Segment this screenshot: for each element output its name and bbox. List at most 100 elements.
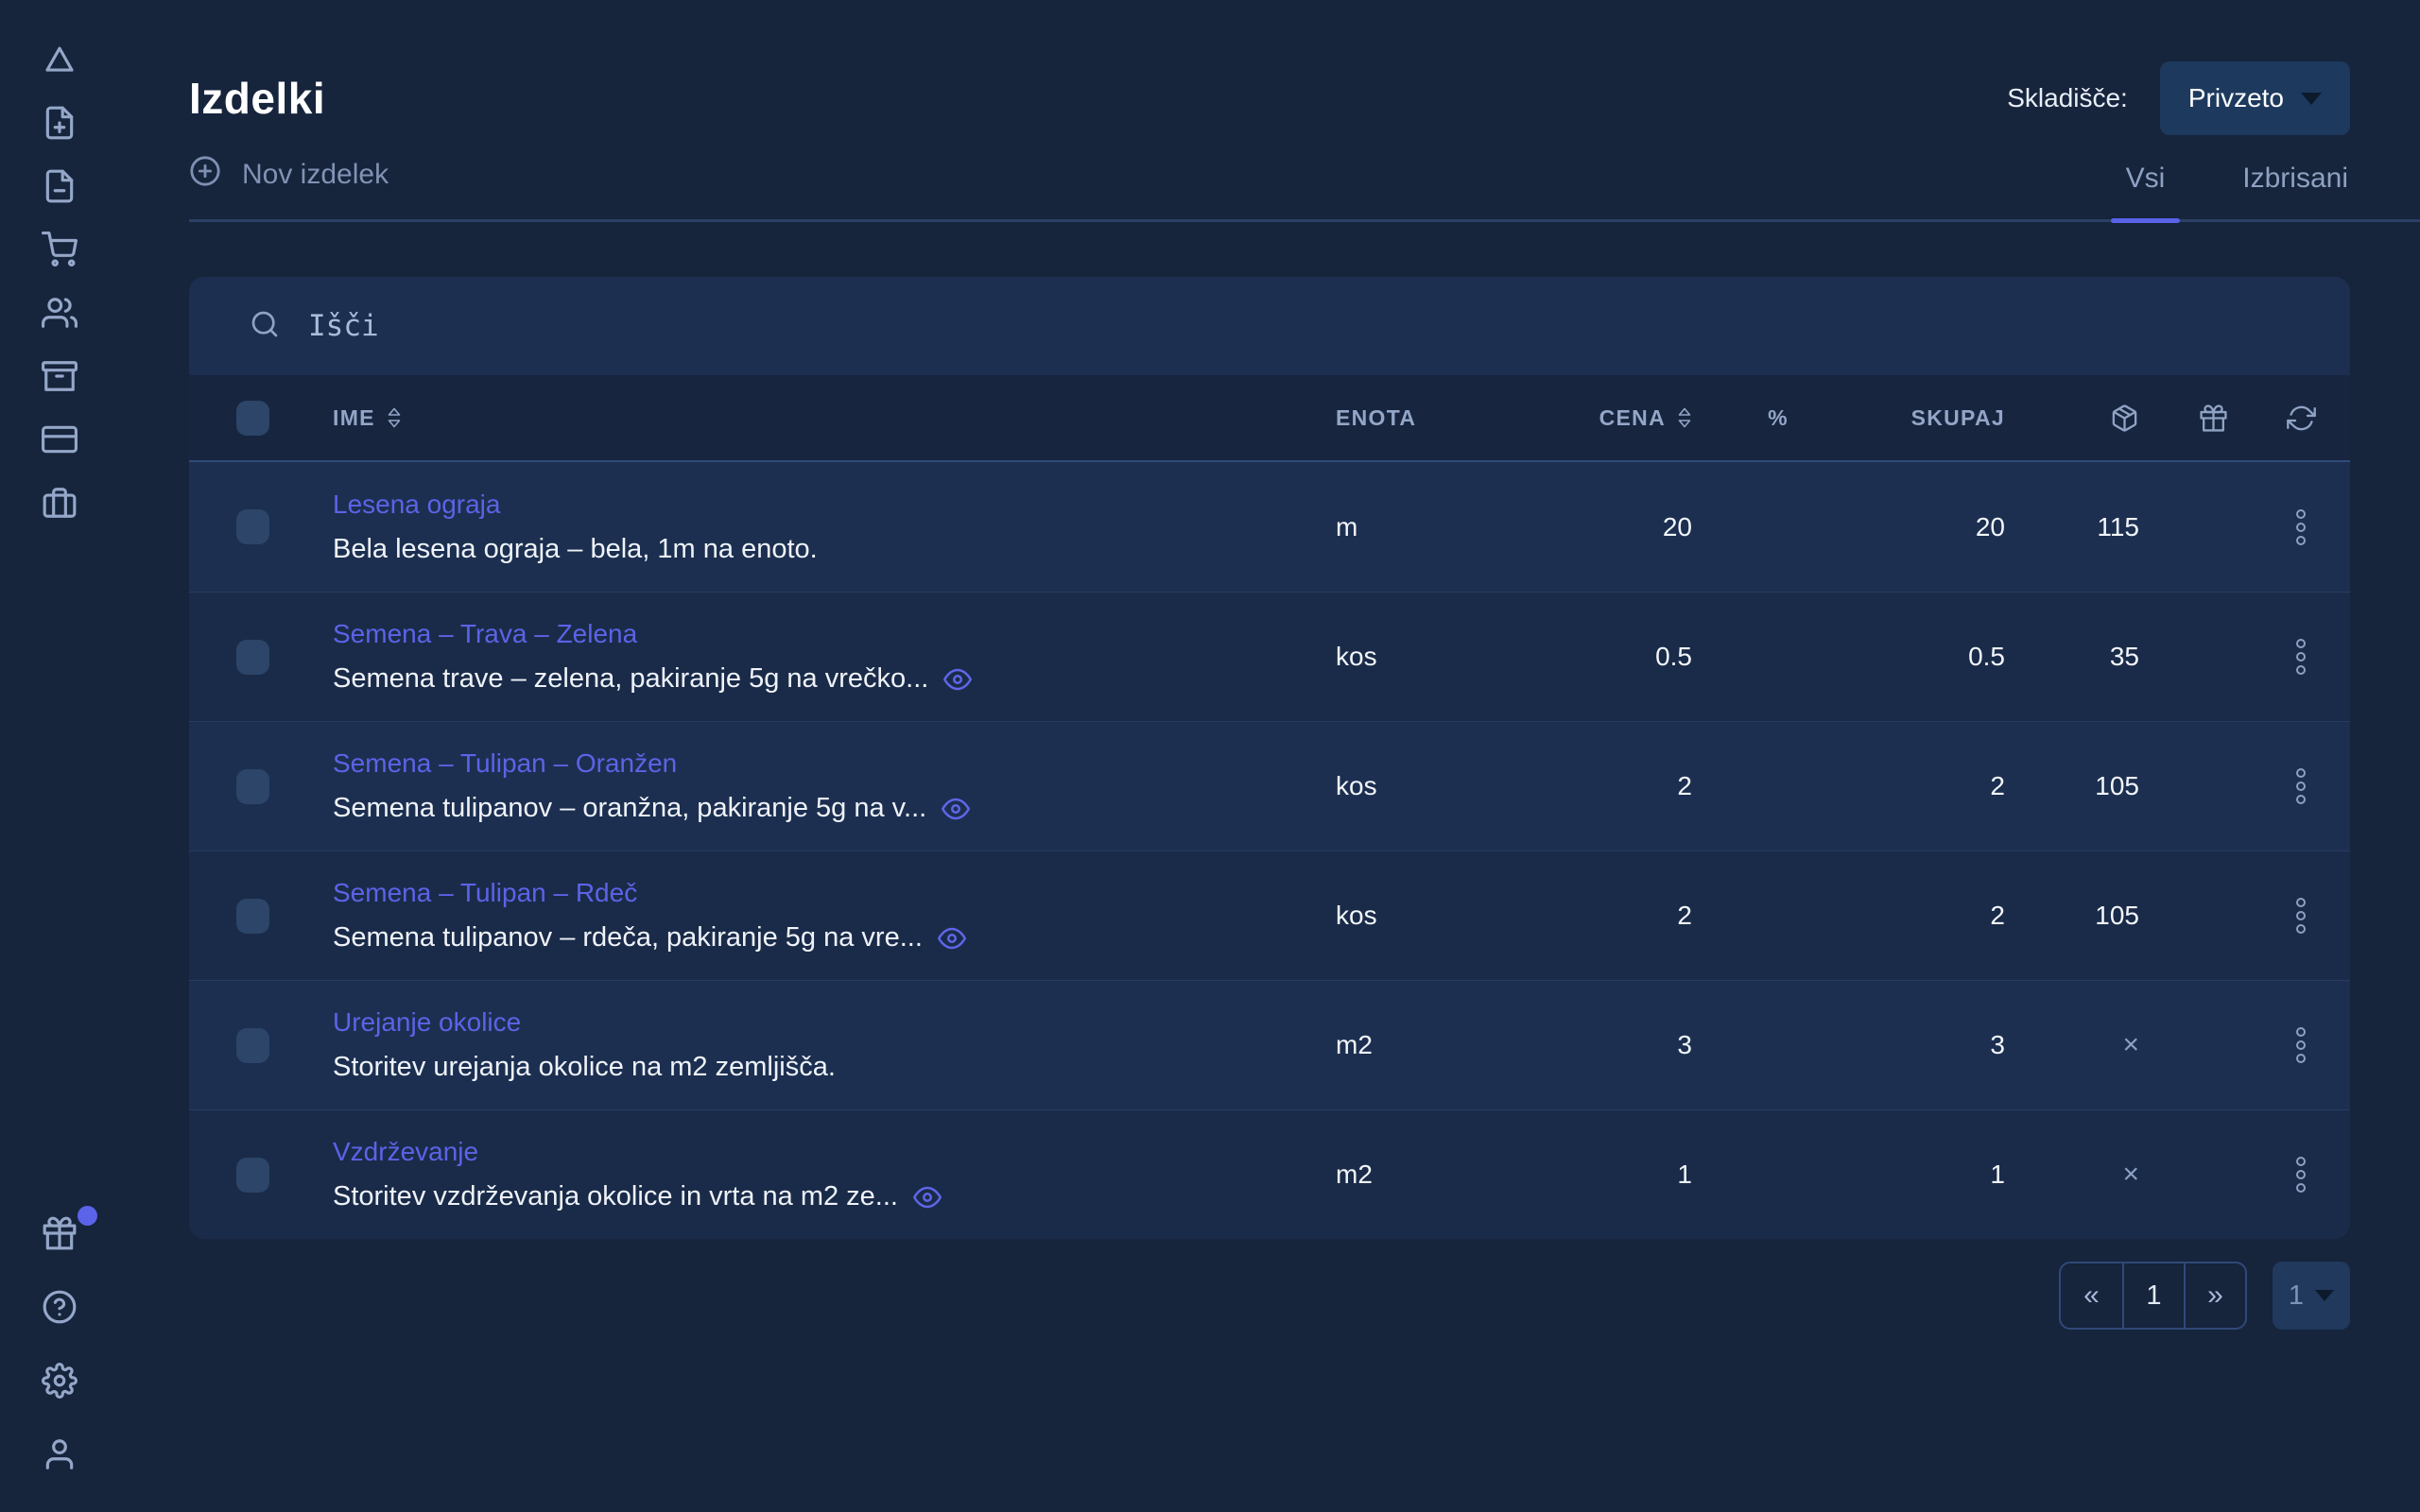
product-description: Semena tulipanov – rdeča, pakiranje 5g n… [333,922,923,954]
column-header-price[interactable]: CENA [1599,405,1692,431]
notification-dot [78,1206,97,1226]
tabs: Vsi Izbrisani [2126,163,2348,219]
column-header-total: SKUPAJ [1911,405,2005,431]
sort-icon [1677,406,1692,429]
price-value: 1 [1677,1160,1692,1190]
row-checkbox[interactable] [236,509,269,544]
product-description-line: Bela lesena ograja – bela, 1m na enoto. [333,534,1336,565]
tab-deleted[interactable]: Izbrisani [2242,163,2348,219]
column-header-name[interactable]: IME [333,405,1336,431]
column-header-unit: ENOTA [1336,405,1531,431]
warehouse-selector-group: Skladišče: Privzeto [2007,61,2350,135]
column-header-percent: % [1768,405,1789,431]
row-checkbox[interactable] [236,1028,269,1063]
users-icon [42,295,78,334]
preview-eye-icon[interactable] [913,1183,942,1211]
product-name-link[interactable]: Semena – Trava – Zelena [333,619,637,649]
table-row: Vzdrževanje Storitev vzdrževanja okolice… [189,1109,2350,1239]
product-description: Semena trave – zelena, pakiranje 5g na v… [333,663,928,695]
unit-value: m2 [1336,1160,1531,1190]
new-product-label: Nov izdelek [242,159,389,191]
package-icon [2110,404,2139,433]
sidebar-item-profile[interactable] [39,1436,80,1474]
sidebar-item-settings[interactable] [39,1363,80,1400]
row-actions-menu-button[interactable] [2287,759,2315,814]
product-name-link[interactable]: Urejanje okolice [333,1007,521,1038]
row-actions-menu-button[interactable] [2287,1147,2315,1202]
sidebar-item-credit-card[interactable] [39,421,80,459]
prev-page-button[interactable]: « [2061,1263,2122,1328]
product-description-line: Semena tulipanov – rdeča, pakiranje 5g n… [333,922,1336,954]
page-title: Izdelki [189,73,325,124]
refresh-button[interactable] [2287,404,2316,433]
page-size-value: 1 [2289,1280,2304,1312]
credit-card-icon [42,421,78,460]
total-value: 1 [1990,1160,2005,1190]
table-row: Semena – Tulipan – Rdeč Semena tulipanov… [189,850,2350,980]
warehouse-label: Skladišče: [2007,83,2128,113]
product-name-link[interactable]: Vzdrževanje [333,1137,478,1167]
row-actions-menu-button[interactable] [2287,1018,2315,1073]
row-checkbox[interactable] [236,640,269,675]
sidebar-bottom-group [0,1215,119,1474]
main-content: Izdelki Skladišče: Privzeto Nov izdelek … [119,0,2420,1512]
document-remove-icon [42,168,78,207]
product-name-link[interactable]: Lesena ograja [333,490,500,520]
gift-icon [2199,404,2228,433]
sidebar [0,0,119,1512]
row-actions-menu-button[interactable] [2287,500,2315,555]
sidebar-item-gift[interactable] [39,1215,80,1253]
product-name-link[interactable]: Semena – Tulipan – Oranžen [333,748,677,779]
sidebar-item-document-remove[interactable] [39,168,80,206]
stock-value: × [2122,1159,2175,1191]
unit-value: kos [1336,901,1531,931]
row-checkbox[interactable] [236,1158,269,1193]
sidebar-item-shopping-cart[interactable] [39,232,80,269]
sidebar-item-archive[interactable] [39,358,80,396]
product-name-link[interactable]: Semena – Tulipan – Rdeč [333,878,637,908]
warehouse-select[interactable]: Privzeto [2160,61,2350,135]
triangle-logo-icon [42,42,78,80]
stock-value: 105 [2095,901,2175,931]
gift-icon [42,1215,78,1254]
pager-control: « 1 » [2059,1262,2247,1330]
new-product-button[interactable]: Nov izdelek [189,155,389,195]
title-row: Izdelki Skladišče: Privzeto [189,55,2350,142]
price-value: 20 [1663,512,1692,542]
table-row: Lesena ograja Bela lesena ograja – bela,… [189,462,2350,592]
unit-value: kos [1336,642,1531,672]
tab-all[interactable]: Vsi [2126,163,2166,219]
sidebar-item-users[interactable] [39,295,80,333]
column-header-price-label: CENA [1599,405,1666,431]
row-checkbox[interactable] [236,899,269,934]
product-description: Bela lesena ograja – bela, 1m na enoto. [333,534,818,565]
preview-eye-icon[interactable] [938,924,966,953]
unit-value: m2 [1336,1030,1531,1060]
page-size-select[interactable]: 1 [2273,1262,2350,1330]
sidebar-item-help[interactable] [39,1289,80,1327]
total-value: 0.5 [1968,642,2005,672]
next-page-button[interactable]: » [2184,1263,2245,1328]
briefcase-icon [42,485,78,524]
table-body: Lesena ograja Bela lesena ograja – bela,… [189,462,2350,1239]
current-page-button[interactable]: 1 [2122,1263,2184,1328]
search-input[interactable] [308,309,1159,343]
preview-eye-icon[interactable] [943,665,972,694]
toolbar: Nov izdelek Vsi Izbrisani [189,155,2420,222]
plus-circle-icon [189,155,221,195]
product-name-cell: Semena – Tulipan – Oranžen Semena tulipa… [333,748,1336,824]
sidebar-top-group [0,42,119,523]
row-checkbox[interactable] [236,769,269,804]
preview-eye-icon[interactable] [942,795,970,823]
product-name-cell: Urejanje okolice Storitev urejanja okoli… [333,1007,1336,1083]
sidebar-item-document-add[interactable] [39,105,80,143]
row-actions-menu-button[interactable] [2287,888,2315,943]
sidebar-item-briefcase[interactable] [39,485,80,523]
price-value: 2 [1677,901,1692,931]
row-actions-menu-button[interactable] [2287,629,2315,684]
price-value: 3 [1677,1030,1692,1060]
select-all-checkbox[interactable] [236,401,269,436]
stock-value: 105 [2095,771,2175,801]
sidebar-item-logo[interactable] [39,42,80,79]
unit-value: kos [1336,771,1531,801]
